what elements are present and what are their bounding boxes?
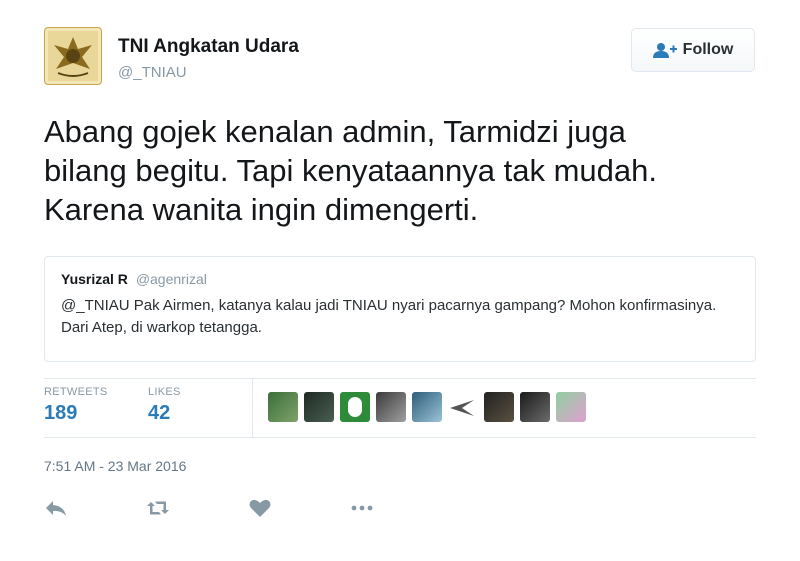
- avatar[interactable]: [44, 27, 102, 85]
- likes-count: 42: [148, 402, 171, 424]
- more-button[interactable]: [350, 494, 452, 522]
- user-handle[interactable]: @_TNIAU: [118, 64, 187, 81]
- likers-avatars: [268, 392, 586, 422]
- likes-label: LIKES: [148, 386, 181, 398]
- follow-button[interactable]: Follow: [631, 28, 755, 72]
- follow-label: Follow: [682, 41, 734, 58]
- heart-icon: [249, 499, 271, 517]
- retweet-button[interactable]: [146, 494, 248, 522]
- stats-divider-top: [44, 378, 756, 379]
- liker-avatar[interactable]: [376, 392, 406, 422]
- likes-stat[interactable]: LIKES 42: [148, 386, 181, 425]
- retweet-icon: [147, 501, 169, 515]
- retweets-stat[interactable]: RETWEETS 189: [44, 386, 108, 425]
- liker-avatar[interactable]: [412, 392, 442, 422]
- more-icon: [351, 505, 373, 511]
- stats-divider-bottom: [44, 437, 756, 438]
- liker-avatar[interactable]: [556, 392, 586, 422]
- tweet-timestamp[interactable]: 7:51 AM - 23 Mar 2016: [44, 458, 186, 474]
- liker-avatar[interactable]: [268, 392, 298, 422]
- retweets-count: 189: [44, 402, 78, 424]
- tweet-actions: [44, 494, 452, 522]
- quoted-tweet[interactable]: Yusrizal R @agenrizal @_TNIAU Pak Airmen…: [44, 256, 756, 362]
- liker-avatar[interactable]: [484, 392, 514, 422]
- liker-avatar[interactable]: [520, 392, 550, 422]
- reply-icon: [46, 501, 66, 516]
- quoted-tweet-text: @_TNIAU Pak Airmen, katanya kalau jadi T…: [61, 297, 717, 336]
- tweet-text: Abang gojek kenalan admin, Tarmidzi juga…: [44, 114, 657, 227]
- liker-avatar[interactable]: [340, 392, 370, 422]
- like-button[interactable]: [248, 494, 350, 522]
- liker-avatar[interactable]: [304, 392, 334, 422]
- display-name[interactable]: TNI Angkatan Udara: [118, 36, 299, 58]
- liker-avatar[interactable]: [448, 392, 478, 422]
- stats-divider-vertical: [252, 378, 253, 437]
- tni-au-emblem-icon: [48, 31, 98, 81]
- add-user-icon: [652, 43, 677, 58]
- reply-button[interactable]: [44, 494, 146, 522]
- retweets-label: RETWEETS: [44, 386, 108, 398]
- quoted-user-name: Yusrizal R: [61, 271, 128, 287]
- quoted-user-handle: @agenrizal: [135, 271, 207, 287]
